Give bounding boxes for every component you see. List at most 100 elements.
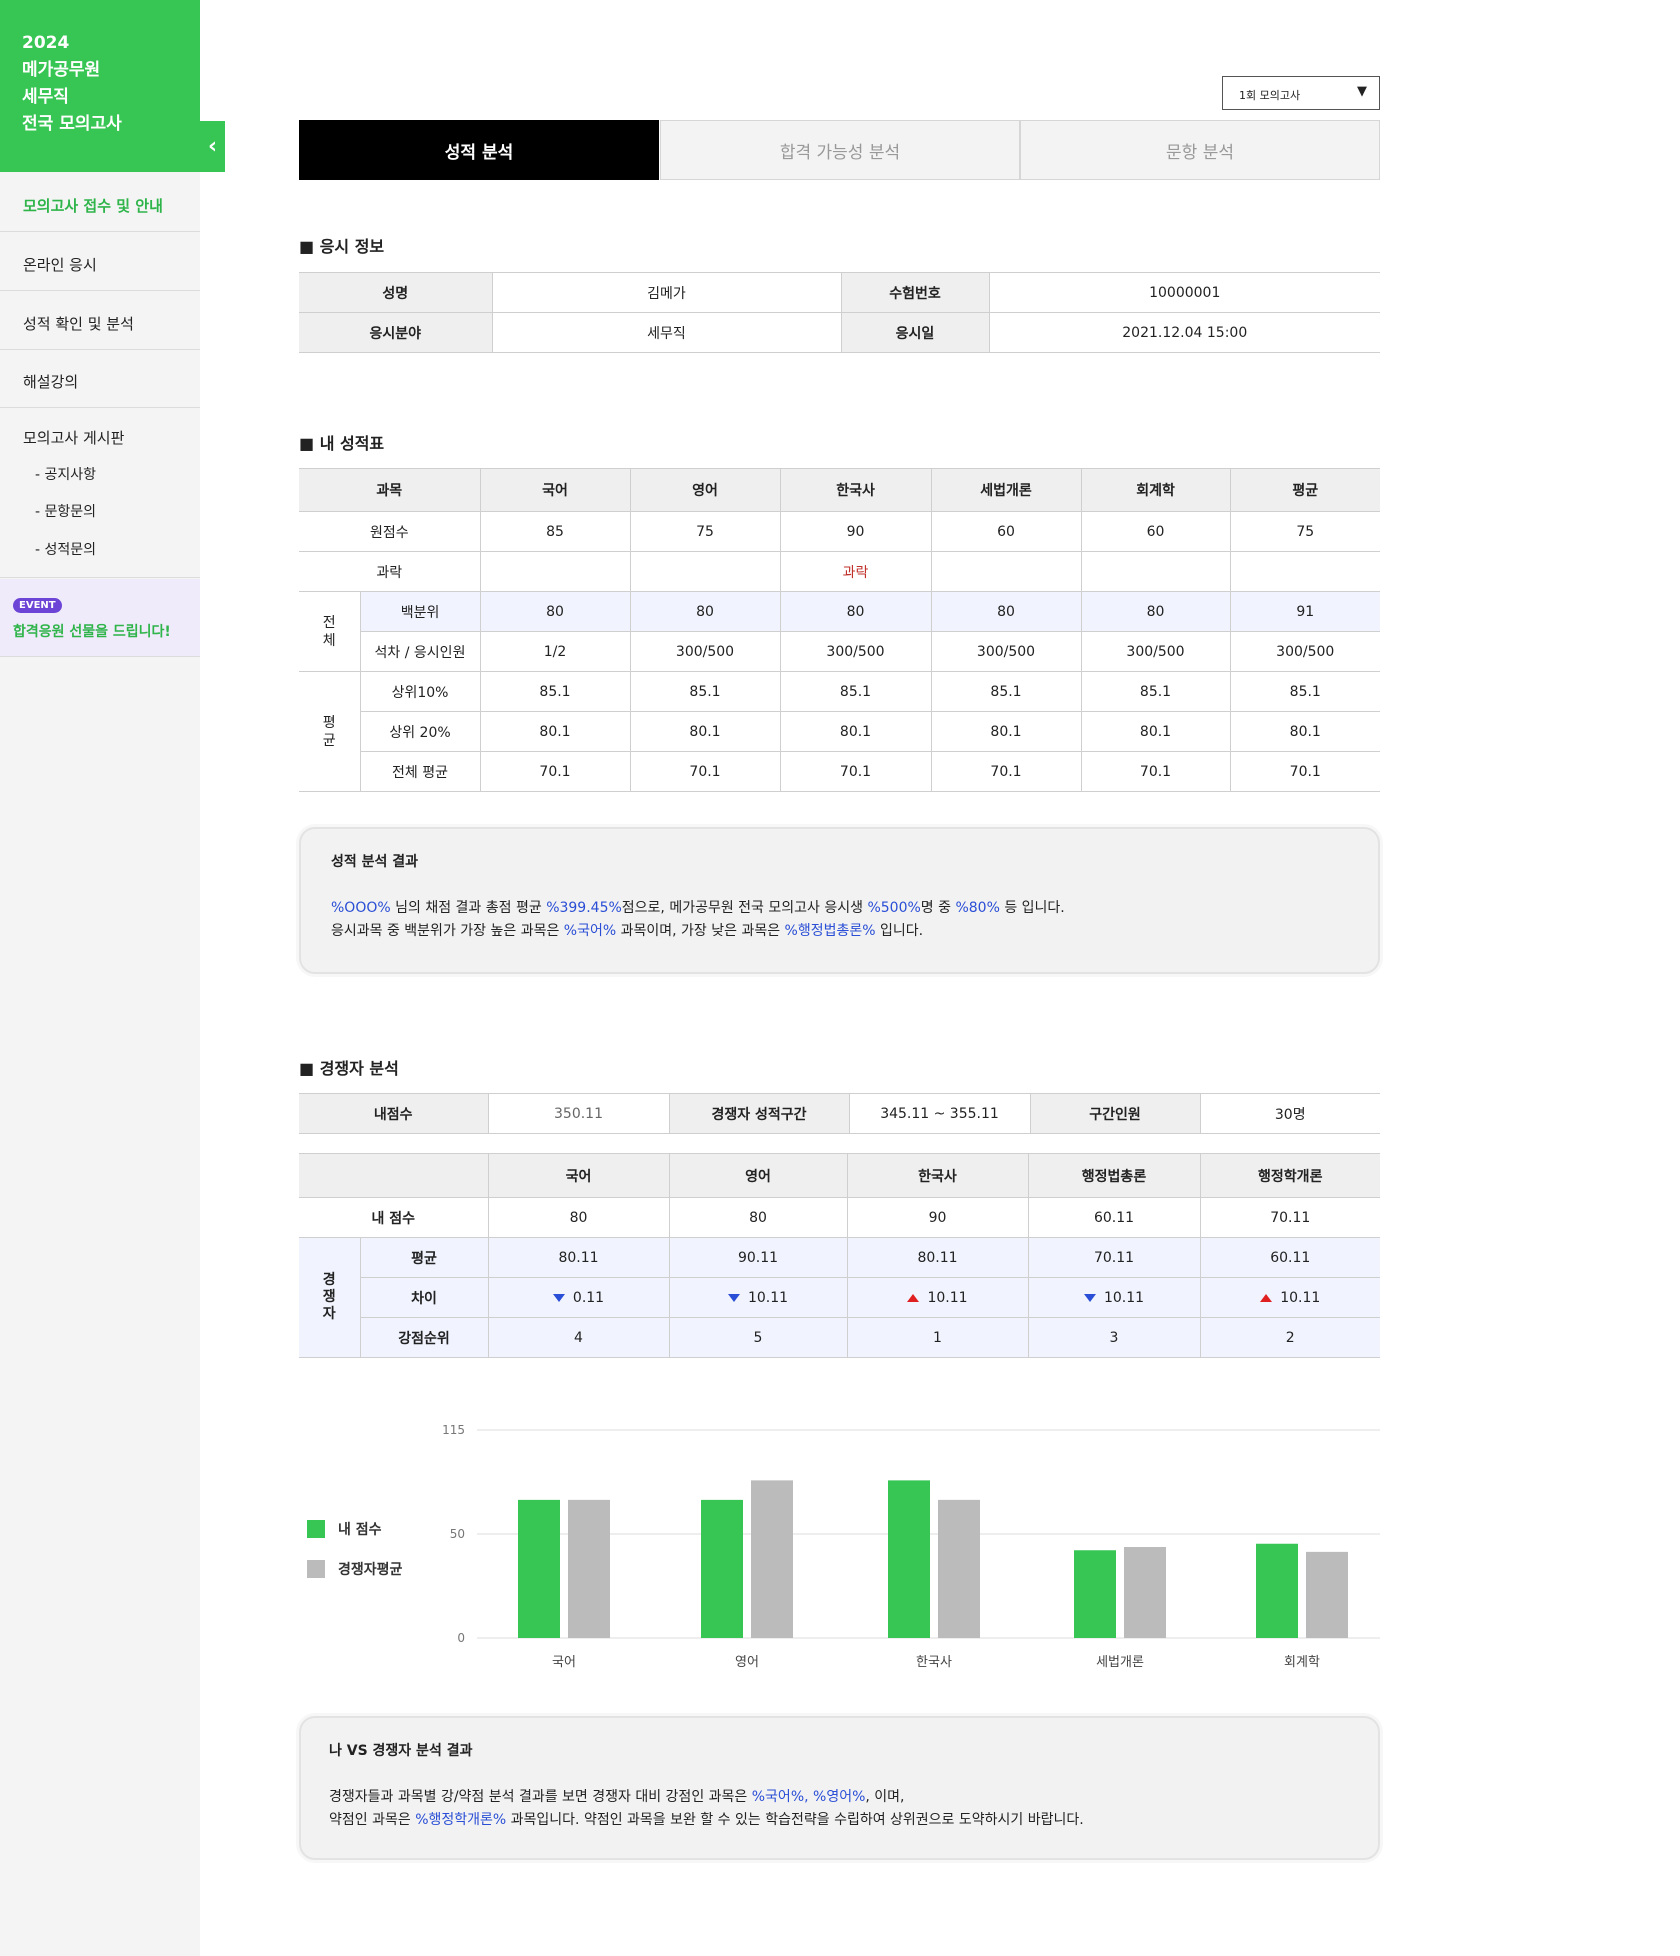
row-label: 석차 / 응시인원 <box>360 631 481 672</box>
diff-value: 10.11 <box>927 1289 968 1306</box>
col-header <box>299 1153 489 1198</box>
text: 경쟁자들과 과목별 강/약점 분석 결과를 보면 경쟁자 대비 강점인 과목은 <box>329 1789 752 1805</box>
sidebar-subitem-score-inquiry[interactable]: - 성적문의 <box>35 539 96 559</box>
exam-round-value: 1회 모의고사 <box>1239 89 1301 102</box>
field-value: 세무직 <box>491 312 842 353</box>
cell: 85.1 <box>930 671 1082 712</box>
table-row: 과락 과락 <box>299 551 1381 592</box>
table-row: 전체 평균 70.1 70.1 70.1 70.1 70.1 70.1 <box>299 751 1381 792</box>
highlight-value: %국어% <box>563 923 617 939</box>
col-header: 과목 <box>299 468 481 512</box>
tab-pass-possibility[interactable]: 합격 가능성 분석 <box>660 120 1020 180</box>
col-header: 회계학 <box>1080 468 1231 512</box>
exam-number-label: 수험번호 <box>840 272 990 313</box>
section-title-text: 경쟁자 분석 <box>319 1059 399 1078</box>
table-row: 경 쟁 자 평균 80.11 90.11 80.11 70.11 60.11 <box>299 1237 1380 1358</box>
table-row: 상위 20% 80.1 80.1 80.1 80.1 80.1 80.1 <box>299 711 1381 752</box>
diff-cell: 10.11 <box>668 1277 848 1318</box>
sidebar-item-score-analysis[interactable]: 성적 확인 및 분석 <box>0 292 200 350</box>
vs-line-1: 경쟁자들과 과목별 강/약점 분석 결과를 보면 경쟁자 대비 강점인 과목은 … <box>329 1786 905 1806</box>
cell: 90 <box>846 1197 1029 1238</box>
cell: 80 <box>779 591 932 632</box>
table-row: 강점순위 4 5 1 3 2 <box>299 1317 1380 1358</box>
row-label: 상위 20% <box>360 711 481 752</box>
text: 과목이며, 가장 낮은 과목은 <box>616 923 785 939</box>
brand-line: 전국 모의고사 <box>22 114 122 134</box>
cell: 60.11 <box>1199 1237 1380 1278</box>
cell: 80 <box>668 1197 848 1238</box>
cell: 1/2 <box>479 631 631 672</box>
cell <box>629 551 781 592</box>
bar-my-score <box>1074 1550 1116 1638</box>
event-banner[interactable]: EVENT 합격응원 선물을 드립니다! <box>0 579 200 657</box>
col-header: 행정학개론 <box>1199 1153 1380 1198</box>
name-value: 김메가 <box>491 272 842 313</box>
cell: 80.11 <box>846 1237 1029 1278</box>
cell: 85.1 <box>479 671 631 712</box>
field-label: 응시분야 <box>299 312 493 353</box>
range-value: 345.11 ~ 355.11 <box>848 1093 1031 1134</box>
row-label: 원점수 <box>299 511 481 552</box>
diff-value: 10.11 <box>747 1289 789 1306</box>
arrow-down-icon <box>1083 1293 1096 1302</box>
cell: 300/500 <box>930 631 1082 672</box>
chevron-left-icon[interactable]: ‹ <box>200 121 225 172</box>
x-tick-label: 한국사 <box>916 1655 952 1670</box>
cell: 91 <box>1229 591 1381 632</box>
text: 입니다. <box>875 923 924 939</box>
cell: 85 <box>479 511 631 552</box>
cell: 80.11 <box>487 1237 670 1278</box>
cell: 90.11 <box>668 1237 848 1278</box>
legend-label: 경쟁자평균 <box>338 1561 403 1578</box>
sidebar-board: 모의고사 게시판 - 공지사항 - 문항문의 - 성적문의 <box>0 409 200 578</box>
tab-score-analysis[interactable]: 성적 분석 <box>299 120 659 180</box>
col-header: 영어 <box>629 468 781 512</box>
arrow-up-icon <box>1260 1293 1273 1302</box>
col-header: 영어 <box>668 1153 848 1198</box>
cell: 300/500 <box>779 631 932 672</box>
sidebar-subitem-question[interactable]: - 문항문의 <box>35 501 96 521</box>
col-header: 한국사 <box>846 1153 1029 1198</box>
legend-swatch <box>307 1560 325 1578</box>
sidebar-item-online-exam[interactable]: 온라인 응시 <box>0 233 200 291</box>
brand-line: 세무직 <box>22 87 69 107</box>
sidebar-item-board[interactable]: 모의고사 게시판 <box>23 427 124 448</box>
section-title-text: 내 성적표 <box>319 434 385 453</box>
cell: 85.1 <box>1229 671 1381 712</box>
diff-value: 0.11 <box>572 1289 605 1306</box>
table-row: 평 균 상위10% 85.1 85.1 85.1 85.1 85.1 85.1 <box>299 671 1381 792</box>
bar-my-score <box>518 1499 560 1638</box>
brand-line: 메가공무원 <box>22 60 101 80</box>
cell: 75 <box>1229 511 1381 552</box>
cell: 80 <box>930 591 1082 632</box>
cell: 85.1 <box>779 671 932 712</box>
cell: 90 <box>779 511 932 552</box>
sidebar-item-lectures[interactable]: 해설강의 <box>0 350 200 408</box>
section-title-competitor: ■ 경쟁자 분석 <box>299 1059 399 1078</box>
cell: 80.1 <box>930 711 1082 752</box>
sidebar-item-registration[interactable]: 모의고사 접수 및 안내 <box>0 174 200 232</box>
highlight-value: %국어%, %영어% <box>751 1789 866 1805</box>
col-header: 한국사 <box>779 468 932 512</box>
brand-title[interactable]: 2024 메가공무원 세무직 전국 모의고사 <box>0 0 200 172</box>
highlight-value: %80% <box>955 900 1000 916</box>
row-label: 백분위 <box>359 591 481 632</box>
cell: 300/500 <box>629 631 781 672</box>
diff-value: 10.11 <box>1280 1289 1321 1306</box>
sidebar-subitem-notice[interactable]: - 공지사항 <box>35 464 96 484</box>
cell: 80 <box>479 591 631 632</box>
legend-label: 내 점수 <box>338 1521 382 1538</box>
fail-mark: 과락 <box>779 551 932 592</box>
tab-item-analysis[interactable]: 문항 분석 <box>1020 120 1380 180</box>
legend-swatch <box>307 1520 325 1538</box>
highlight-value: %행정학개론% <box>415 1812 507 1828</box>
x-tick-label: 세법개론 <box>1096 1655 1144 1670</box>
row-label: 강점순위 <box>360 1317 489 1358</box>
table-row: 내 점수 80 80 90 60.11 70.11 <box>299 1197 1380 1238</box>
exam-round-select[interactable]: 1회 모의고사 ▼ <box>1222 76 1380 110</box>
col-header: 국어 <box>487 1153 670 1198</box>
group-label-total: 전 체 <box>299 591 361 672</box>
table-row: 차이 0.11 10.11 10.11 10.11 10.11 <box>299 1277 1380 1318</box>
exam-date-label: 응시일 <box>840 312 990 353</box>
highlight-value: %OOO% <box>331 900 391 916</box>
